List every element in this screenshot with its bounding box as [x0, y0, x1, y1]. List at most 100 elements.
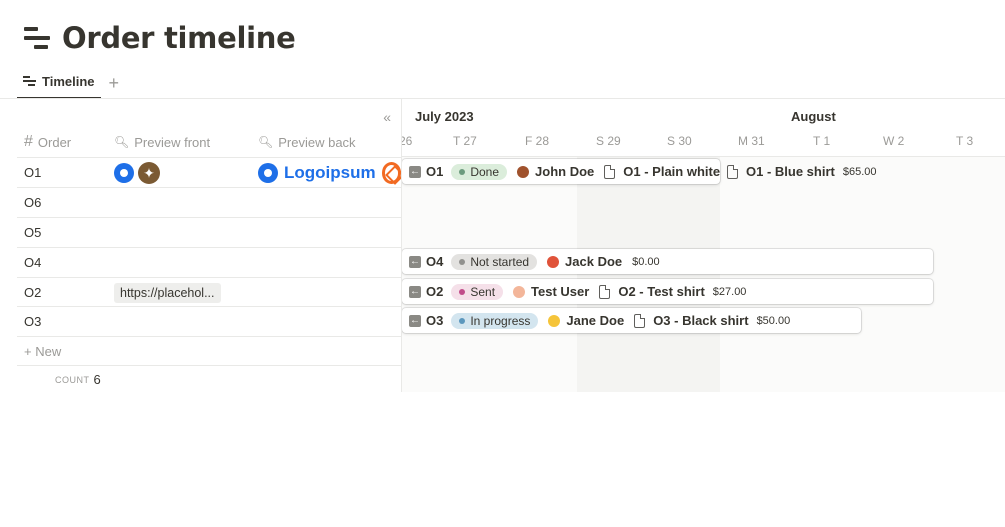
add-view-button[interactable]: + — [109, 74, 120, 92]
table-panel: « # Order 🔍︎ Preview front 🔍︎ Preview ba… — [17, 99, 401, 392]
product-link[interactable]: O1 - Plain white T — [604, 164, 720, 179]
timeline-bar-o2[interactable]: ← O2 Sent Test User O2 - Test shirt $27.… — [402, 279, 933, 304]
status-dot — [459, 258, 466, 265]
count-footer[interactable]: COUNT 6 — [17, 365, 401, 393]
order-cell[interactable]: O1 — [17, 165, 114, 180]
person-chip: Jane Doe — [548, 313, 624, 328]
url-chip[interactable]: https://placehol... — [114, 282, 221, 303]
day-label: M 31 — [738, 134, 765, 148]
timeline-bar-o4[interactable]: ← O4 Not started Jack Doe $0.00 — [402, 249, 933, 274]
order-cell[interactable]: O3 — [17, 314, 114, 329]
compass-logo-icon — [138, 161, 160, 184]
day-label: S 29 — [596, 134, 621, 148]
new-row-label: + New — [24, 344, 62, 359]
new-row-button[interactable]: + New — [17, 336, 401, 366]
day-label: 26 — [402, 134, 413, 148]
price-label: $50.00 — [756, 314, 791, 327]
person-chip: Jack Doe — [547, 254, 622, 269]
avatar — [513, 285, 526, 298]
day-label: T 3 — [956, 134, 974, 148]
order-cell[interactable]: O5 — [17, 225, 114, 240]
logoipsum-logo: Logoipsum — [258, 162, 376, 183]
orange-logo-icon — [381, 161, 401, 184]
page-icon — [634, 313, 646, 328]
day-label: T 27 — [453, 134, 477, 148]
arrow-left-icon[interactable]: ← — [409, 314, 421, 327]
table-row[interactable]: O1 Logoipsum — [17, 157, 401, 187]
tab-timeline[interactable]: Timeline — [17, 66, 101, 99]
preview-front-cell[interactable]: https://placehol... — [114, 282, 258, 303]
page-title: Order timeline — [62, 21, 296, 55]
column-header-order-label: Order — [37, 134, 72, 150]
count-label: COUNT — [55, 374, 90, 385]
order-cell[interactable]: O4 — [17, 255, 114, 270]
weekend-shading — [577, 157, 720, 392]
order-cell[interactable]: O6 — [17, 195, 114, 210]
status-label: Done — [470, 164, 500, 179]
view-tabs: Timeline + — [17, 66, 119, 99]
page-icon — [604, 164, 616, 179]
logo-text: Logoipsum — [284, 162, 376, 182]
product-link[interactable]: O3 - Black shirt — [634, 313, 749, 328]
person-name: Jane Doe — [566, 313, 625, 328]
product-name: O1 - Blue shirt — [746, 164, 835, 179]
month-label: August — [791, 109, 836, 124]
avatar — [517, 165, 530, 178]
arrow-left-icon[interactable]: ← — [409, 255, 421, 268]
table-row[interactable]: O2 https://placehol... — [17, 277, 401, 307]
timeline-panel: July 2023 August 26 T 27 F 28 S 29 S 30 … — [402, 99, 1005, 392]
preview-back-cell[interactable]: Logoipsum — [258, 161, 401, 184]
timeline-bar-o1-overflow[interactable]: O1 - Blue shirt $65.00 — [720, 159, 910, 184]
status-label: Sent — [470, 284, 496, 299]
timeline-bar-o1[interactable]: ← O1 Done John Doe O1 - Plain white T — [402, 159, 720, 184]
product-name: O1 - Plain white T — [623, 164, 720, 179]
bar-order-label: O3 — [426, 313, 444, 328]
preview-front-cell[interactable] — [114, 161, 258, 184]
timeline-bar-o3[interactable]: ← O3 In progress Jane Doe O3 - Black shi… — [402, 308, 861, 333]
page-icon — [599, 284, 611, 299]
status-badge: In progress — [451, 312, 539, 329]
timeline-view-icon — [23, 76, 36, 87]
timeline-icon — [22, 23, 52, 53]
blue-logo-icon — [114, 162, 134, 183]
search-icon: 🔍︎ — [258, 135, 274, 149]
status-dot — [459, 168, 466, 175]
table-row[interactable]: O3 — [17, 306, 401, 336]
price-label: $27.00 — [712, 285, 747, 298]
avatar — [548, 314, 561, 327]
bar-order-label: O1 — [426, 164, 444, 179]
person-name: Test User — [531, 284, 590, 299]
status-dot — [459, 317, 466, 324]
status-label: In progress — [470, 313, 531, 328]
table-row[interactable]: O4 — [17, 247, 401, 277]
person-chip: John Doe — [517, 164, 594, 179]
tab-timeline-label: Timeline — [42, 74, 95, 89]
arrow-left-icon[interactable]: ← — [409, 165, 421, 178]
column-header-back-label: Preview back — [278, 134, 356, 150]
table-row[interactable]: O6 — [17, 187, 401, 217]
collapse-table-button[interactable]: « — [383, 109, 391, 125]
blue-logo-icon — [258, 162, 278, 183]
product-link[interactable]: O1 - Blue shirt — [727, 164, 835, 179]
product-link[interactable]: O2 - Test shirt — [599, 284, 705, 299]
day-label: F 28 — [525, 134, 550, 148]
page-header: Order timeline — [22, 18, 296, 58]
order-cell[interactable]: O2 — [17, 285, 114, 300]
bar-order-label: O2 — [426, 284, 444, 299]
table-header: # Order 🔍︎ Preview front 🔍︎ Preview back — [17, 127, 401, 157]
number-property-icon: # — [24, 133, 33, 150]
table-row[interactable]: O5 — [17, 217, 401, 247]
day-label: W 2 — [883, 134, 905, 148]
column-header-back[interactable]: 🔍︎ Preview back — [258, 135, 401, 150]
day-label: S 30 — [667, 134, 692, 148]
product-name: O2 - Test shirt — [618, 284, 705, 299]
status-label: Not started — [470, 254, 530, 269]
arrow-left-icon[interactable]: ← — [409, 285, 421, 298]
column-header-front-label: Preview front — [134, 134, 211, 150]
column-header-order[interactable]: # Order — [17, 133, 114, 151]
column-header-front[interactable]: 🔍︎ Preview front — [114, 135, 258, 150]
status-badge: Not started — [451, 253, 538, 270]
status-badge: Sent — [451, 283, 504, 300]
count-value: 6 — [93, 372, 101, 387]
timeline-grid-line — [402, 156, 1005, 157]
